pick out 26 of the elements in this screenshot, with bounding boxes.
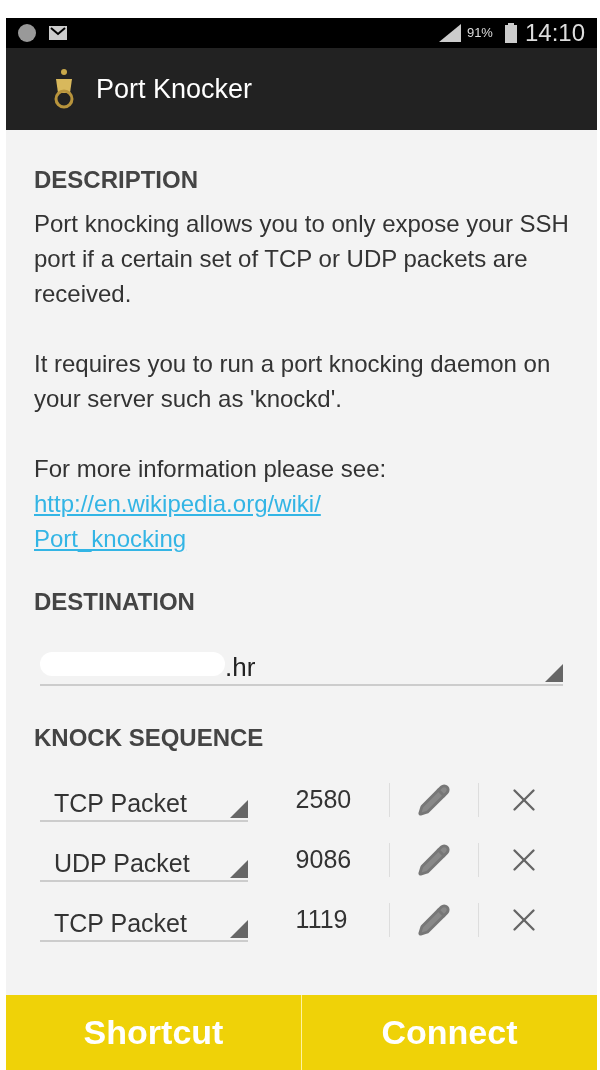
port-number: 9086 bbox=[295, 844, 353, 876]
mail-icon bbox=[48, 25, 68, 41]
dropdown-triangle-icon bbox=[229, 860, 248, 878]
battery-icon bbox=[504, 23, 517, 43]
section-heading: DESCRIPTION bbox=[34, 165, 199, 195]
section-heading: DESTINATION bbox=[34, 587, 196, 617]
dropdown-triangle-icon bbox=[545, 664, 563, 682]
pencil-icon bbox=[417, 783, 452, 817]
destination-dropdown[interactable]: .hr bbox=[40, 644, 563, 686]
protocol-dropdown[interactable]: TCP Packet bbox=[40, 778, 248, 822]
protocol-dropdown[interactable]: TCP Packet bbox=[40, 898, 248, 942]
port-number: 1119 bbox=[295, 904, 349, 936]
port-number: 2580 bbox=[295, 784, 353, 816]
protocol-dropdown[interactable]: UDP Packet bbox=[40, 838, 248, 882]
description-text: For more information please see: bbox=[34, 454, 388, 484]
dropdown-triangle-icon bbox=[229, 920, 248, 938]
battery-percent: 91% bbox=[466, 24, 493, 43]
app-title: Port Knocker bbox=[96, 72, 253, 106]
pencil-icon bbox=[417, 903, 452, 937]
section-heading: KNOCK SEQUENCE bbox=[34, 723, 265, 753]
pencil-icon bbox=[417, 843, 452, 877]
description-text: Port knocking allows you to only expose your SSH port if a certain set of TCP or UDP packets are received. bbox=[34, 209, 569, 309]
description-text: It requires you to run a port knocking daemon on your server such as 'knockd'. bbox=[34, 349, 552, 414]
door-knocker-icon bbox=[52, 67, 76, 111]
clock: 14:10 bbox=[524, 18, 585, 48]
dropdown-triangle-icon bbox=[229, 800, 248, 818]
